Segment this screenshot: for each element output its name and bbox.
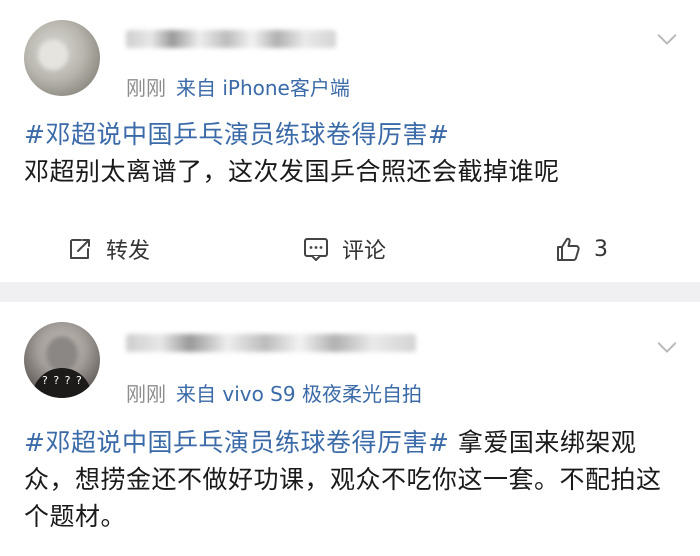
repost-button[interactable]: 转发: [66, 226, 150, 272]
avatar-face: [46, 336, 78, 372]
post-meta: 刚刚 来自 iPhone客户端: [126, 72, 350, 101]
thumbs-up-icon: [557, 237, 580, 261]
post-separator: [0, 282, 700, 302]
hashtag-link[interactable]: #邓超说中国乒乓演员练球卷得厉害#: [24, 120, 449, 149]
repost-icon: [70, 239, 90, 259]
post-content: #邓超说中国乒乓演员练球卷得厉害# 拿爱国来绑架观众，想捞金还不做好功课，观众不…: [24, 424, 676, 535]
comment-button[interactable]: 评论: [302, 226, 386, 272]
feed-post: 刚刚 来自 iPhone客户端 #邓超说中国乒乓演员练球卷得厉害# 邓超别太离谱了…: [0, 0, 700, 282]
repost-label: 转发: [106, 239, 151, 264]
comment-icon: [304, 238, 328, 261]
chevron-down-icon[interactable]: [656, 336, 678, 358]
avatar[interactable]: ? ? ? ?: [24, 322, 100, 398]
hashtag-link[interactable]: #邓超说中国乒乓演员练球卷得厉害#: [24, 428, 449, 457]
post-source[interactable]: 来自 iPhone客户端: [176, 76, 350, 100]
feed-post: ? ? ? ? 刚刚 来自 vivo S9 极夜柔光自拍 #邓超说中国乒乓演员练球…: [0, 302, 700, 556]
post-meta: 刚刚 来自 vivo S9 极夜柔光自拍: [126, 378, 422, 407]
username-blurred[interactable]: [126, 30, 336, 48]
post-actions: 转发 评论 3: [0, 226, 700, 272]
username-blurred[interactable]: [126, 334, 416, 352]
like-button[interactable]: 3: [554, 226, 608, 272]
post-time: 刚刚: [126, 382, 166, 406]
avatar-marks: ? ? ? ?: [42, 374, 83, 387]
avatar[interactable]: [24, 20, 100, 96]
post-text: 邓超别太离谱了，这次发国乒合照还会截掉谁呢: [24, 157, 560, 186]
comment-label: 评论: [342, 239, 387, 264]
post-time: 刚刚: [126, 76, 166, 100]
post-source[interactable]: 来自 vivo S9 极夜柔光自拍: [176, 382, 422, 406]
chevron-down-icon[interactable]: [656, 28, 678, 50]
avatar-face: [38, 40, 68, 70]
post-content: #邓超说中国乒乓演员练球卷得厉害# 邓超别太离谱了，这次发国乒合照还会截掉谁呢: [24, 116, 676, 190]
like-count: 3: [594, 236, 608, 262]
